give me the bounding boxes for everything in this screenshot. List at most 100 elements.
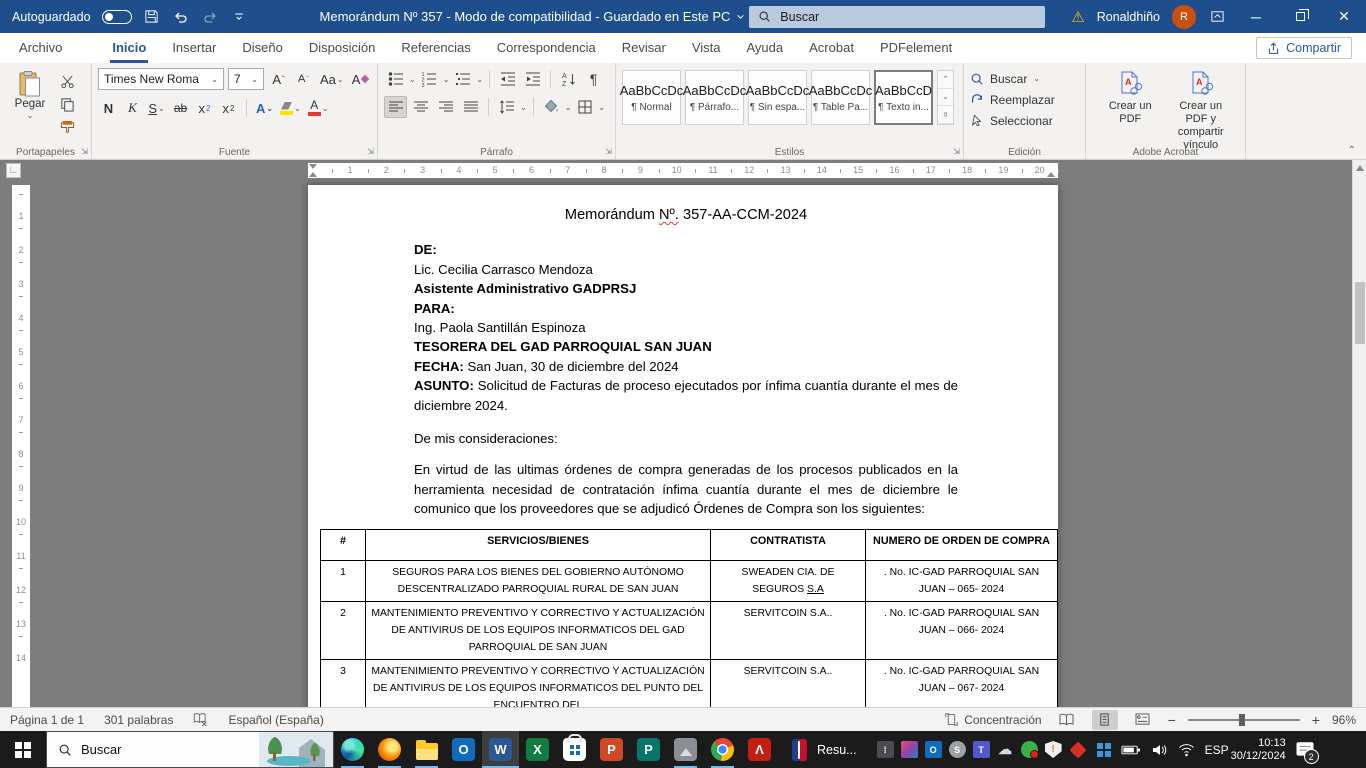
bullets-button[interactable] bbox=[384, 68, 407, 90]
tray-film-icon[interactable] bbox=[901, 741, 918, 758]
close-button[interactable]: ✕ bbox=[1322, 0, 1366, 33]
sort-button[interactable]: AZ bbox=[557, 68, 580, 90]
tab-insertar[interactable]: Insertar bbox=[159, 33, 229, 63]
taskbar-window-label[interactable]: Resu... bbox=[817, 743, 857, 757]
grow-font-button[interactable]: Aˆ bbox=[268, 68, 289, 90]
paste-button[interactable]: Pegar ⌄ bbox=[6, 68, 54, 135]
clock[interactable]: 10:13 30/12/2024 bbox=[1231, 737, 1286, 763]
shrink-font-button[interactable]: Aˇ bbox=[293, 68, 314, 90]
taskbar-app-edge[interactable] bbox=[334, 731, 371, 768]
taskbar-app-firefox[interactable] bbox=[371, 731, 408, 768]
style-card[interactable]: AaBbCcDc¶ Párrafo... bbox=[685, 70, 744, 125]
taskbar-search[interactable]: Buscar bbox=[46, 731, 334, 768]
align-right-button[interactable] bbox=[434, 96, 457, 118]
tab-diseño[interactable]: Diseño bbox=[229, 33, 295, 63]
taskbar-app-acrobat[interactable]: Λ bbox=[741, 731, 778, 768]
collapse-ribbon-icon[interactable]: ⌃ bbox=[1348, 145, 1356, 156]
create-pdf-button[interactable]: A Crear un PDF bbox=[1100, 71, 1161, 152]
user-name[interactable]: Ronaldhiño bbox=[1097, 10, 1160, 24]
clear-formatting-button[interactable]: A bbox=[350, 68, 371, 90]
tray-red-diamond-icon[interactable] bbox=[1069, 744, 1087, 756]
undo-icon[interactable] bbox=[172, 8, 190, 26]
taskbar-app-chrome[interactable] bbox=[704, 731, 741, 768]
tray-remote-icon[interactable]: ⁞ bbox=[877, 741, 894, 758]
focus-mode-button[interactable]: Concentración bbox=[945, 713, 1041, 727]
taskbar-app-store[interactable] bbox=[556, 731, 593, 768]
copy-icon[interactable] bbox=[60, 97, 75, 112]
tab-archivo[interactable]: Archivo bbox=[6, 33, 75, 63]
align-left-button[interactable] bbox=[384, 96, 407, 118]
underline-button[interactable]: S⌄ bbox=[146, 97, 167, 119]
taskbar-app-file-explorer[interactable] bbox=[408, 731, 445, 768]
cut-icon[interactable] bbox=[60, 74, 75, 89]
font-size-combo[interactable]: 7⌄ bbox=[228, 68, 264, 90]
zoom-in-button[interactable]: + bbox=[1312, 712, 1320, 728]
zoom-out-button[interactable]: − bbox=[1168, 712, 1176, 728]
tray-security-shield-icon[interactable]: ! bbox=[1045, 741, 1062, 758]
tab-referencias[interactable]: Referencias bbox=[388, 33, 483, 63]
replace-button[interactable]: Reemplazar bbox=[970, 89, 1079, 110]
minimize-button[interactable]: ─ bbox=[1234, 0, 1278, 33]
tab-revisar[interactable]: Revisar bbox=[609, 33, 679, 63]
zoom-slider[interactable] bbox=[1188, 719, 1300, 721]
taskbar-app-powerpoint[interactable]: P bbox=[593, 731, 630, 768]
multilevel-list-button[interactable] bbox=[451, 68, 474, 90]
vertical-ruler[interactable]: 1234567891011121314 bbox=[12, 185, 30, 707]
highlight-button[interactable]: ⌄ bbox=[278, 97, 303, 119]
zoom-slider-thumb[interactable] bbox=[1239, 714, 1245, 726]
read-mode-button[interactable] bbox=[1054, 710, 1080, 730]
font-color-button[interactable]: A⌄ bbox=[306, 97, 331, 119]
font-family-combo[interactable]: Times New Roma⌄ bbox=[98, 68, 224, 90]
title-chevron-icon[interactable] bbox=[736, 12, 745, 21]
style-card[interactable]: AaBbCcDc¶ Sin espa... bbox=[748, 70, 807, 125]
strikethrough-button[interactable]: ab bbox=[170, 97, 191, 119]
clipboard-dialog-launcher-icon[interactable]: ⇲ bbox=[81, 147, 88, 156]
text-effects-button[interactable]: A⌄ bbox=[254, 97, 275, 119]
bold-button[interactable]: N bbox=[98, 97, 119, 119]
find-button[interactable]: Buscar⌄ bbox=[970, 68, 1079, 89]
tray-antivirus-icon[interactable] bbox=[1021, 741, 1038, 758]
first-line-indent-marker[interactable] bbox=[309, 164, 317, 169]
nba-icon[interactable] bbox=[792, 739, 807, 761]
superscript-button[interactable]: x2 bbox=[218, 97, 239, 119]
select-button[interactable]: Seleccionar bbox=[970, 110, 1079, 131]
scroll-up-icon[interactable] bbox=[1356, 165, 1364, 171]
style-card[interactable]: AaBbCcDc¶ Table Pa... bbox=[811, 70, 870, 125]
tab-vista[interactable]: Vista bbox=[679, 33, 734, 63]
print-layout-button[interactable] bbox=[1092, 710, 1118, 730]
right-indent-marker[interactable] bbox=[1047, 172, 1055, 177]
warning-icon[interactable]: ⚠ bbox=[1071, 8, 1084, 26]
page-indicator[interactable]: Página 1 de 1 bbox=[10, 713, 84, 727]
redo-icon[interactable] bbox=[201, 8, 219, 26]
tab-pdfelement[interactable]: PDFelement bbox=[867, 33, 965, 63]
style-card[interactable]: AaBbCcDc¶ Normal bbox=[622, 70, 681, 125]
horizontal-ruler[interactable]: 1234567891011121314151617181920 bbox=[308, 163, 1058, 178]
change-case-button[interactable]: Aa⌄ bbox=[318, 68, 346, 90]
ribbon-display-options-icon[interactable] bbox=[1208, 8, 1226, 26]
taskbar-app-excel[interactable]: X bbox=[519, 731, 556, 768]
battery-icon[interactable] bbox=[1121, 741, 1141, 759]
word-count[interactable]: 301 palabras bbox=[104, 713, 173, 727]
titlebar-search[interactable]: Buscar bbox=[749, 6, 1045, 28]
taskbar-app-photos[interactable] bbox=[667, 731, 704, 768]
customize-quick-access-icon[interactable] bbox=[230, 8, 248, 26]
wifi-icon[interactable] bbox=[1178, 742, 1195, 757]
tab-disposición[interactable]: Disposición bbox=[296, 33, 388, 63]
italic-button[interactable]: K bbox=[122, 97, 143, 119]
borders-button[interactable] bbox=[573, 96, 596, 118]
document-page[interactable]: Memorándum Nº. 357-AA-CCM-2024 DE:Lic. C… bbox=[308, 185, 1058, 707]
subscript-button[interactable]: x2 bbox=[194, 97, 215, 119]
share-button[interactable]: Compartir bbox=[1256, 37, 1352, 59]
font-dialog-launcher-icon[interactable]: ⇲ bbox=[367, 147, 374, 156]
tab-acrobat[interactable]: Acrobat bbox=[796, 33, 867, 63]
language-tray-indicator[interactable]: ESP bbox=[1205, 743, 1229, 757]
avatar[interactable]: R bbox=[1172, 5, 1196, 29]
decrease-indent-button[interactable] bbox=[496, 68, 519, 90]
blue-squares-icon[interactable] bbox=[1097, 743, 1111, 757]
tab-selector[interactable]: ∟ bbox=[6, 163, 21, 178]
tab-inicio[interactable]: Inicio bbox=[99, 33, 159, 63]
tray-badge-icon[interactable]: S bbox=[949, 741, 966, 758]
tab-ayuda[interactable]: Ayuda bbox=[733, 33, 796, 63]
paragraph-dialog-launcher-icon[interactable]: ⇲ bbox=[605, 147, 612, 156]
scrollbar-thumb[interactable] bbox=[1355, 282, 1365, 344]
